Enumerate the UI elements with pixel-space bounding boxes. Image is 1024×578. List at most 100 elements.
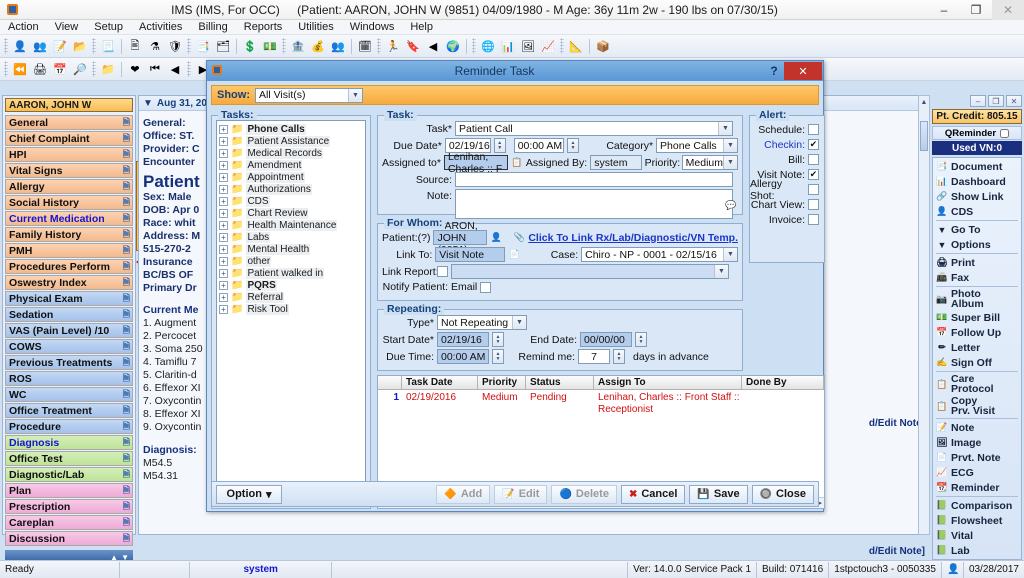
sidebar-item-diagnostic-lab[interactable]: Diagnostic/Lab 🗎: [5, 467, 133, 482]
toolbar-button-20[interactable]: 🌐: [479, 37, 497, 56]
toolbar-button-3[interactable]: 🔎: [71, 60, 89, 79]
case-select[interactable]: Chiro - NP - 0001 - 02/15/16 ▼: [581, 247, 738, 262]
tree-expand-icon[interactable]: +: [219, 208, 228, 218]
tree-node-amendment[interactable]: + 📁 Amendment: [219, 159, 365, 171]
toolbar-button-11[interactable]: 💵: [261, 37, 279, 56]
note-textarea[interactable]: [455, 189, 733, 219]
action-item-show-link[interactable]: 🔗 Show Link: [934, 189, 1020, 204]
tree-expand-icon[interactable]: +: [219, 304, 228, 314]
category-select[interactable]: Phone Calls ▼: [656, 138, 738, 153]
menu-item-action[interactable]: Action: [0, 20, 47, 35]
dialog-close-button[interactable]: ✕: [784, 62, 822, 80]
action-item-print[interactable]: 🖨 Print: [934, 255, 1020, 270]
sidebar-item-wc[interactable]: WC 🗎: [5, 387, 133, 402]
grid-col-priority[interactable]: Priority: [478, 376, 526, 389]
repeat-type-select[interactable]: Not Repeating ▼: [437, 315, 527, 330]
notify-email-checkbox[interactable]: [480, 281, 492, 293]
tree-node-risk-tool[interactable]: + 📁 Risk Tool: [219, 303, 365, 315]
toolbar-grip[interactable]: [4, 38, 8, 54]
sidebar-item-plan[interactable]: Plan 🗎: [5, 483, 133, 498]
sidebar-item-previous-treatments[interactable]: Previous Treatments 🗎: [5, 355, 133, 370]
repeat-type-chevron-down-icon[interactable]: ▼: [512, 316, 526, 329]
sidebar-item-current-medication[interactable]: Current Medication 🗎: [5, 211, 133, 226]
action-item-document[interactable]: 📑 Document: [934, 159, 1020, 174]
toolbar-button-13[interactable]: 💰: [309, 37, 327, 56]
section-note-icon[interactable]: 🗎: [123, 195, 130, 211]
sidebar-item-procedure[interactable]: Procedure 🗎: [5, 419, 133, 434]
toolbar-button-3[interactable]: 📂: [71, 37, 89, 56]
repeat-due-time-input[interactable]: 00:00 AM: [437, 349, 489, 364]
action-item-care-protocol[interactable]: 📋 Care Protocol: [934, 373, 1020, 395]
toolbar-button-0[interactable]: ⏪: [11, 60, 29, 79]
tree-expand-icon[interactable]: +: [219, 196, 228, 206]
tree-expand-icon[interactable]: +: [219, 232, 228, 242]
action-item-lab[interactable]: 📗 Lab: [934, 543, 1020, 558]
sidebar-item-diagnosis[interactable]: Diagnosis 🗎: [5, 435, 133, 450]
end-date-input[interactable]: 00/00/00: [580, 332, 632, 347]
section-note-icon[interactable]: 🗎: [123, 307, 130, 323]
table-row[interactable]: 1 02/19/2016 Medium Pending Lenihan, Cha…: [378, 392, 824, 416]
close-button[interactable]: ✕: [992, 0, 1024, 20]
task-chevron-down-icon[interactable]: ▼: [718, 122, 732, 135]
category-chevron-down-icon[interactable]: ▼: [723, 139, 737, 152]
action-item-fax[interactable]: 📠 Fax: [934, 270, 1020, 285]
source-input[interactable]: [455, 172, 733, 187]
toolbar-button-25[interactable]: 📦: [594, 37, 612, 56]
grid-col-done-by[interactable]: Done By: [742, 376, 824, 389]
restore-button[interactable]: ❐: [960, 0, 992, 20]
toolbar-grip[interactable]: [282, 38, 286, 54]
workspace-scrollbar[interactable]: ▲: [918, 95, 930, 535]
tree-node-appointment[interactable]: + 📁 Appointment: [219, 171, 365, 183]
section-note-icon[interactable]: 🗎: [123, 419, 130, 435]
qreminder-checkbox[interactable]: [1000, 128, 1010, 138]
section-note-icon[interactable]: 🗎: [123, 211, 130, 227]
workspace-scroll-thumb[interactable]: [920, 121, 928, 151]
alert-checkbox[interactable]: [808, 184, 819, 195]
link-rx-lab-diagnostic-link[interactable]: Click To Link Rx/Lab/Diagnostic/VN Temp.: [528, 232, 738, 244]
menu-item-billing[interactable]: Billing: [190, 20, 235, 35]
toolbar-button-17[interactable]: 🔖: [404, 37, 422, 56]
toolbar-button-14[interactable]: 👥: [329, 37, 347, 56]
section-note-icon[interactable]: 🗎: [123, 467, 130, 483]
action-item-prvt-note[interactable]: 📄 Prvt. Note: [934, 450, 1020, 465]
link-report-select[interactable]: ▼: [451, 264, 729, 279]
inner-minimize-button[interactable]: –: [970, 95, 986, 107]
chart-add-edit-note-2[interactable]: d/Edit Note]: [869, 546, 925, 557]
action-item-options[interactable]: ▼ Options: [934, 237, 1020, 252]
grid-col-task-date[interactable]: Task Date: [402, 376, 478, 389]
section-note-icon[interactable]: 🗎: [123, 435, 130, 451]
sidebar-item-oswestry-index[interactable]: Oswestry Index 🗎: [5, 275, 133, 290]
toolbar-grip[interactable]: [92, 61, 96, 77]
task-select[interactable]: Patient Call ▼: [455, 121, 733, 136]
repeat-due-time-stepper[interactable]: ▲ ▼: [492, 349, 504, 364]
tree-node-mental-health[interactable]: + 📁 Mental Health: [219, 243, 365, 255]
toolbar-button-0[interactable]: 👤: [11, 37, 29, 56]
toolbar-button-6[interactable]: ⏮: [146, 60, 164, 79]
inner-close-button[interactable]: ✕: [1006, 95, 1022, 107]
tree-expand-icon[interactable]: +: [219, 268, 228, 278]
action-item-flowsheet[interactable]: 📗 Flowsheet: [934, 513, 1020, 528]
tree-expand-icon[interactable]: +: [219, 136, 228, 146]
tree-expand-icon[interactable]: +: [219, 292, 228, 302]
toolbar-grip[interactable]: [187, 38, 191, 54]
toolbar-button-7[interactable]: ◀: [166, 60, 184, 79]
workspace-scroll-up-icon[interactable]: ▲: [919, 96, 929, 108]
toolbar-grip[interactable]: [92, 38, 96, 54]
tree-node-patient-assistance[interactable]: + 📁 Patient Assistance: [219, 135, 365, 147]
sidebar-item-cows[interactable]: COWS 🗎: [5, 339, 133, 354]
save-button[interactable]: 💾 Save: [689, 484, 748, 504]
alert-checkbox[interactable]: ✔: [808, 169, 819, 180]
section-note-icon[interactable]: 🗎: [123, 339, 130, 355]
action-item-ecg[interactable]: 📈 ECG: [934, 465, 1020, 480]
sidebar-item-ros[interactable]: ROS 🗎: [5, 371, 133, 386]
tree-expand-icon[interactable]: +: [219, 184, 228, 194]
section-note-icon[interactable]: 🗎: [123, 355, 130, 371]
tree-expand-icon[interactable]: +: [219, 160, 228, 170]
alert-checkbox[interactable]: [808, 199, 819, 210]
tree-node-health-maintenance[interactable]: + 📁 Health Maintenance: [219, 219, 365, 231]
tree-node-medical-records[interactable]: + 📁 Medical Records: [219, 147, 365, 159]
toolbar-button-18[interactable]: ◀: [424, 37, 442, 56]
due-time-stepper[interactable]: ▲ ▼: [567, 138, 580, 153]
action-item-cds[interactable]: 👤 CDS: [934, 204, 1020, 219]
section-note-icon[interactable]: 🗎: [123, 371, 130, 387]
